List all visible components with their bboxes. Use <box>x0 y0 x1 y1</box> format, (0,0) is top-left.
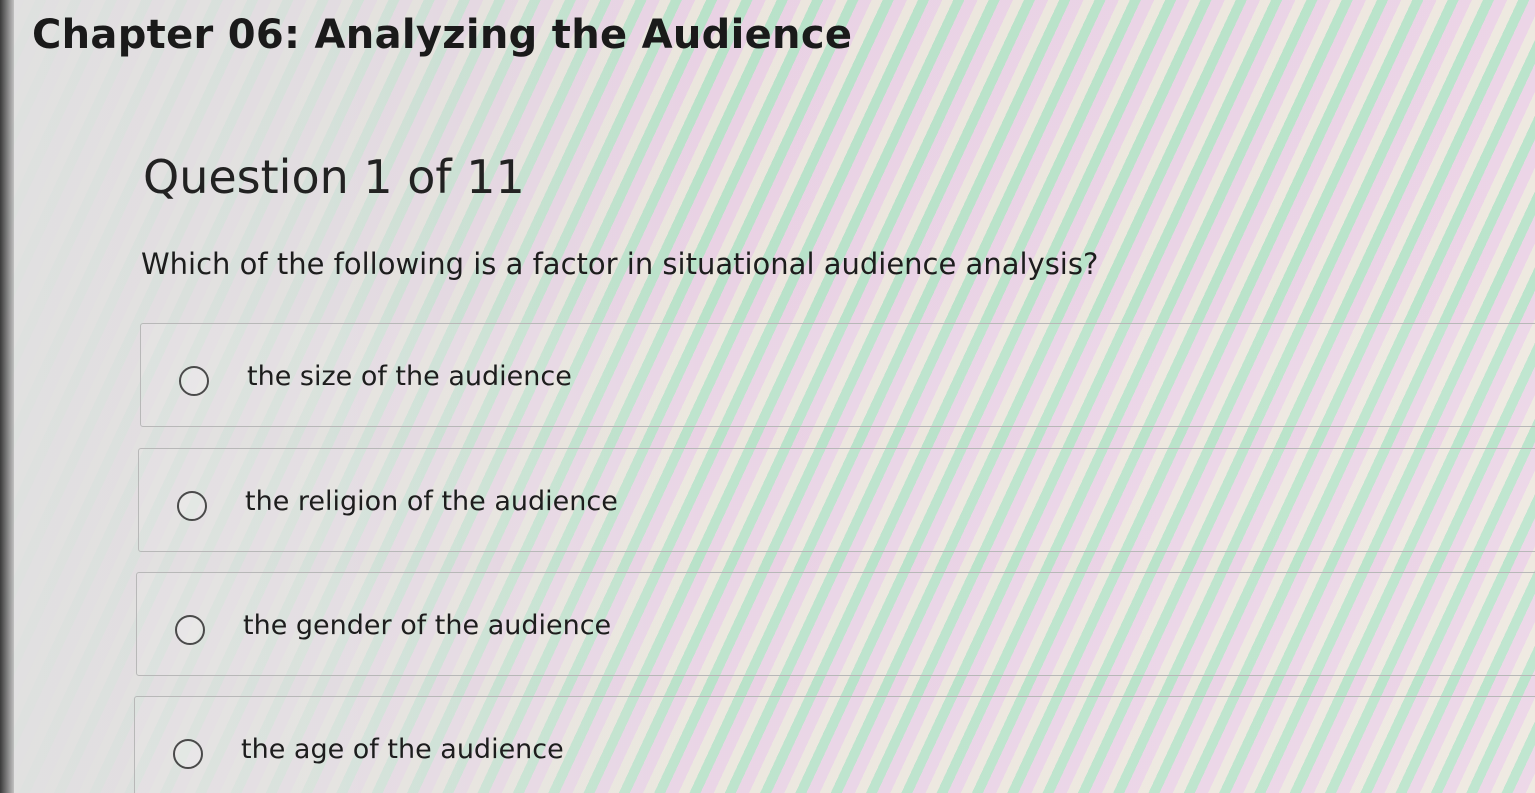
answer-option[interactable]: the religion of the audience <box>138 448 1535 552</box>
radio-button[interactable] <box>175 615 205 645</box>
answer-option-label: the religion of the audience <box>245 486 618 517</box>
radio-button[interactable] <box>179 366 209 396</box>
question-counter: Question 1 of 11 <box>143 150 525 204</box>
chapter-title: Chapter 06: Analyzing the Audience <box>32 12 853 58</box>
answer-option[interactable]: the age of the audience <box>134 696 1535 793</box>
answer-option-label: the age of the audience <box>241 734 564 765</box>
answer-option[interactable]: the gender of the audience <box>136 572 1535 676</box>
answer-option-label: the size of the audience <box>247 361 572 392</box>
radio-button[interactable] <box>177 491 207 521</box>
radio-button[interactable] <box>173 739 203 769</box>
answer-option[interactable]: the size of the audience <box>140 323 1535 427</box>
question-text: Which of the following is a factor in si… <box>141 247 1099 281</box>
answer-option-label: the gender of the audience <box>243 610 612 641</box>
quiz-screen: Chapter 06: Analyzing the Audience Quest… <box>0 0 1535 793</box>
screen-edge <box>0 0 14 793</box>
